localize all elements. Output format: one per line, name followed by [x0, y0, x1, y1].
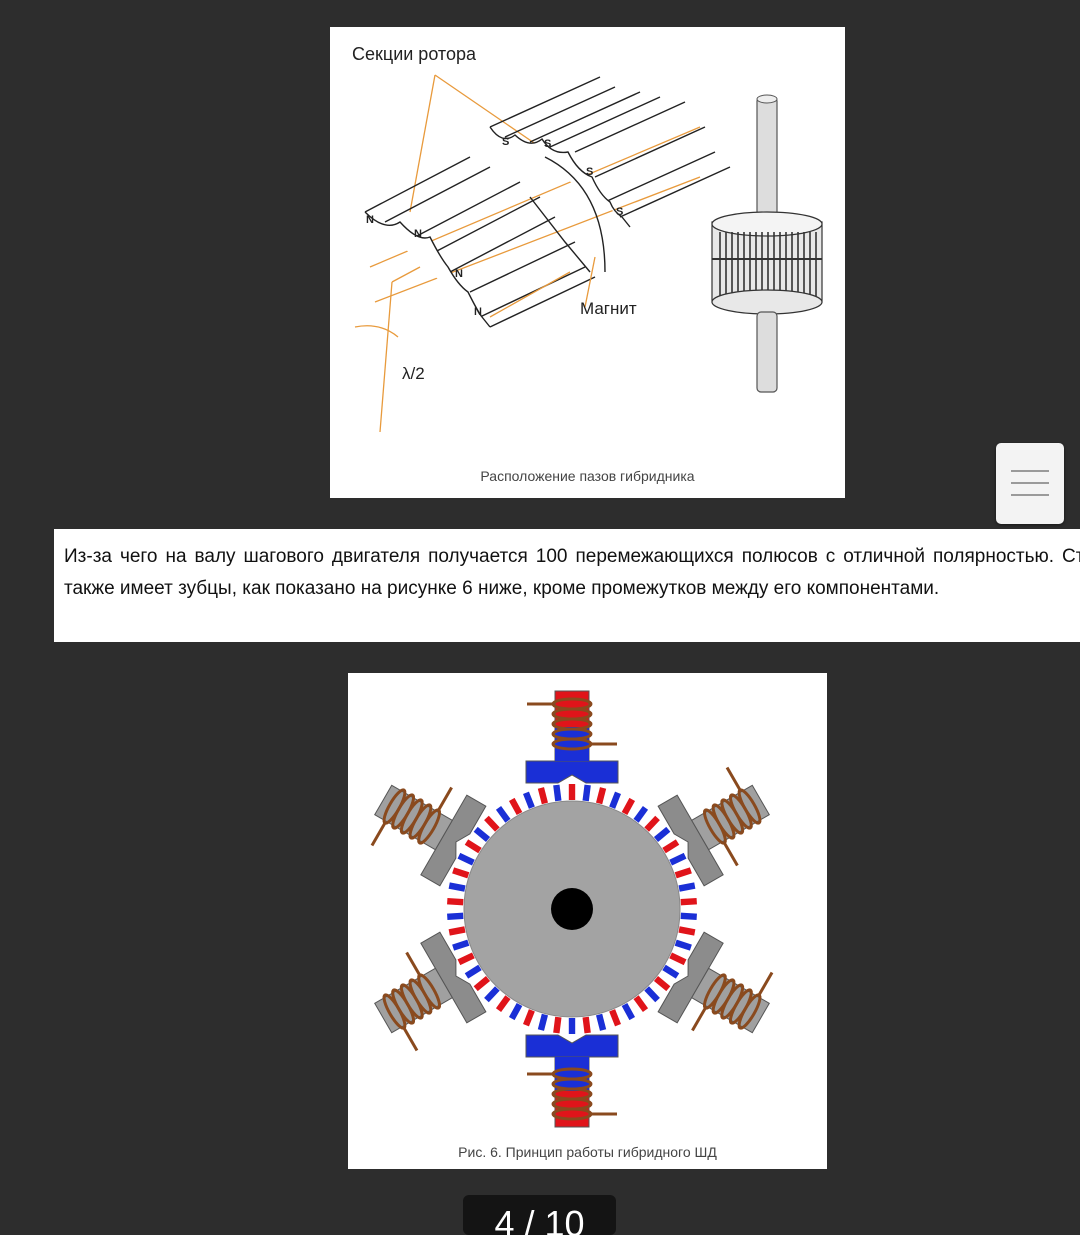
pole-n-label-3: N	[455, 268, 463, 280]
coil-lead	[437, 786, 453, 811]
menu-button[interactable]	[996, 443, 1064, 524]
pole-n-label-4: N	[474, 306, 482, 318]
hamburger-menu-icon	[1011, 470, 1049, 472]
coil-lead	[405, 951, 421, 976]
article-paragraph: Из-за чего на валу шагового двигателя по…	[64, 546, 1080, 599]
coil-lead	[757, 971, 774, 996]
figure-hybrid-stepper: Рис. 6. Принцип работы гибридного ШД	[348, 673, 827, 1169]
rotor-tooth	[680, 912, 697, 921]
hybrid-stepper-diagram	[370, 690, 774, 1128]
figure2-caption: Рис. 6. Принцип работы гибридного ШД	[458, 1144, 717, 1160]
stator-pole	[525, 690, 619, 784]
rotor-section-lower	[364, 156, 596, 328]
pole-core-lower	[555, 1057, 589, 1091]
pole-s-label-2: S	[544, 138, 551, 150]
magnet-label: Магнит	[580, 299, 637, 318]
page-counter: 4 / 10	[463, 1195, 616, 1235]
hamburger-menu-icon-line-3	[1011, 494, 1049, 496]
rotor-tooth	[568, 784, 576, 800]
stator-pole	[525, 1034, 619, 1128]
rotor-tooth	[447, 897, 464, 906]
figure-rotor-slots: Секции ротора Магнит λ/2 N N N N S S S S	[330, 27, 845, 498]
coil-lead	[725, 766, 742, 791]
coil-lead	[370, 822, 387, 847]
coil-lead	[723, 842, 739, 867]
coil-lead	[691, 1007, 707, 1032]
pole-core-lower	[555, 727, 589, 761]
pole-n-label-2: N	[414, 228, 422, 240]
rotor-tooth	[680, 897, 697, 906]
rotor-slots-diagram: Секции ротора Магнит λ/2 N N N N S S S S	[352, 44, 823, 433]
lambda-label: λ/2	[402, 364, 425, 383]
pole-s-label-1: S	[502, 136, 509, 148]
rotor-sections-label: Секции ротора	[352, 44, 477, 64]
figure1-caption: Расположение пазов гибридника	[480, 468, 695, 484]
pole-shoe	[525, 1034, 619, 1058]
pole-s-label-4: S	[616, 206, 623, 218]
pole-shoe	[525, 760, 619, 784]
hamburger-menu-icon-line-2	[1011, 482, 1049, 484]
coil-lead	[402, 1027, 419, 1052]
rotor-tooth	[568, 1018, 576, 1034]
article-text-block: Из-за чего на валу шагового двигателя по…	[54, 529, 1080, 642]
pole-s-label-3: S	[586, 166, 593, 178]
rotor-tooth	[447, 912, 464, 921]
pole-n-label-1: N	[366, 214, 374, 226]
rotor-gear-illustration	[711, 94, 823, 393]
rotor-shaft	[551, 888, 593, 930]
